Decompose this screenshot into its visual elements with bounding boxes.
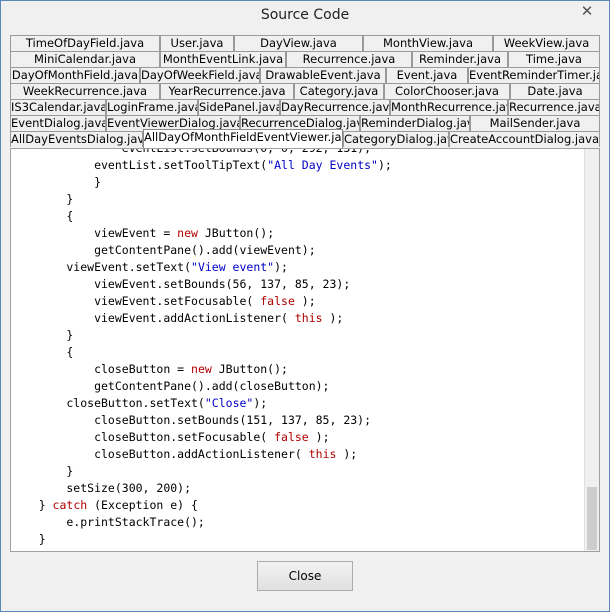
tab-file[interactable]: MonthView.java xyxy=(363,35,493,51)
tab-file[interactable]: ReminderDialog.java xyxy=(360,115,470,131)
tab-file[interactable]: WeekRecurrence.java xyxy=(10,83,160,99)
tab-file[interactable]: Recurrence.java xyxy=(286,51,412,67)
tab-row: IS3Calendar.java LoginFrame.java SidePanel… xyxy=(10,99,600,115)
code-editor[interactable]: eventList.setBounds(0, 0, 292, 131); eve… xyxy=(10,148,600,552)
button-bar: Close xyxy=(1,553,609,611)
code-line: } xyxy=(11,532,46,546)
file-tabs: TimeOfDayField.java User.java DayView.java… xyxy=(10,34,600,148)
tab-file[interactable]: MiniCalendar.java xyxy=(10,51,160,67)
code-line: getContentPane().add(closeButton); xyxy=(11,379,330,393)
title-bar: Source Code ✕ xyxy=(1,1,609,32)
tab-file[interactable]: LoginFrame.java xyxy=(106,99,198,115)
code-line: e.printStackTrace(); xyxy=(11,515,205,529)
code-line: closeButton.addActionListener( this ); xyxy=(11,447,358,461)
tab-file[interactable]: WeekView.java xyxy=(493,35,600,51)
code-line: eventList.setToolTipText("All Day Events… xyxy=(11,158,392,172)
code-line: } xyxy=(11,192,74,206)
tab-file[interactable]: DayOfWeekField.java xyxy=(140,67,260,83)
tab-file[interactable]: AllDayOfMonthFieldEventViewer.java xyxy=(143,129,343,148)
tab-file[interactable]: DayView.java xyxy=(234,35,363,51)
code-line: viewEvent.addActionListener( this ); xyxy=(11,311,344,325)
tab-file[interactable]: SidePanel.java xyxy=(198,99,280,115)
code-line: } xyxy=(11,464,74,478)
tab-file[interactable]: Category.java xyxy=(294,83,384,99)
code-line: } xyxy=(11,175,102,189)
vertical-scrollbar[interactable] xyxy=(584,149,599,551)
code-line: eventList.setBounds(0, 0, 292, 131); xyxy=(11,149,371,157)
code-line: } catch (Exception e) { xyxy=(11,498,198,512)
tab-row: WeekRecurrence.java YearRecurrence.java Ca… xyxy=(10,83,600,99)
tab-file[interactable]: MonthRecurrence.java xyxy=(390,99,508,115)
tab-file[interactable]: CreateAccountDialog.java xyxy=(449,131,600,147)
code-line: } xyxy=(11,328,74,342)
window-title: Source Code xyxy=(260,7,350,23)
tab-file[interactable]: YearRecurrence.java xyxy=(160,83,294,99)
tab-row: TimeOfDayField.java User.java DayView.java… xyxy=(10,35,600,51)
tab-file[interactable]: DayOfMonthField.java xyxy=(10,67,140,83)
tab-file[interactable]: MonthEventLink.java xyxy=(160,51,286,67)
tab-file[interactable]: EventDialog.java xyxy=(10,115,106,131)
tab-file[interactable]: EventReminderTimer.java xyxy=(468,67,600,83)
code-line: closeButton.setText("Close"); xyxy=(11,396,268,410)
tab-file[interactable]: Time.java xyxy=(508,51,600,67)
close-button[interactable]: Close xyxy=(257,561,353,591)
code-line: closeButton.setBounds(151, 137, 85, 23); xyxy=(11,413,372,427)
code-line: viewEvent = new JButton(); xyxy=(11,226,275,240)
tab-row: DayOfMonthField.java DayOfWeekField.java D… xyxy=(10,67,600,83)
close-icon[interactable]: ✕ xyxy=(573,2,601,20)
source-code-window: Source Code ✕ TimeOfDayField.java User.ja… xyxy=(0,0,610,612)
code-line: viewEvent.setBounds(56, 137, 85, 23); xyxy=(11,277,351,291)
tab-file[interactable]: User.java xyxy=(160,35,234,51)
tab-file[interactable]: Recurrence.java xyxy=(508,99,600,115)
tab-file[interactable]: ColorChooser.java xyxy=(384,83,510,99)
tab-file[interactable]: Reminder.java xyxy=(412,51,508,67)
tab-file[interactable]: DayRecurrence.java xyxy=(280,99,390,115)
tab-file[interactable]: CategoryDialog.java xyxy=(343,131,449,147)
code-line: setSize(300, 200); xyxy=(11,481,192,495)
tab-file[interactable]: Date.java xyxy=(510,83,600,99)
scrollbar-thumb[interactable] xyxy=(587,487,597,550)
code-line: { xyxy=(11,345,74,359)
code-line: closeButton = new JButton(); xyxy=(11,362,288,376)
tab-row: MiniCalendar.java MonthEventLink.java Recu… xyxy=(10,51,600,67)
code-area[interactable]: eventList.setBounds(0, 0, 292, 131); eve… xyxy=(11,149,586,551)
tab-file[interactable]: TimeOfDayField.java xyxy=(10,35,160,51)
tab-file[interactable]: DrawableEvent.java xyxy=(260,67,386,83)
tab-row: AllDayEventsDialog.java AllDayOfMonthFiel… xyxy=(10,129,600,148)
tab-file[interactable]: Event.java xyxy=(386,67,468,83)
code-line: { xyxy=(11,209,74,223)
tab-file[interactable]: AllDayEventsDialog.java xyxy=(10,131,143,147)
code-line: getContentPane().add(viewEvent); xyxy=(11,243,316,257)
code-line: viewEvent.setFocusable( false ); xyxy=(11,294,316,308)
tab-file[interactable]: IS3Calendar.java xyxy=(10,99,106,115)
code-line: closeButton.setFocusable( false ); xyxy=(11,430,330,444)
tab-file[interactable]: MailSender.java xyxy=(470,115,600,131)
code-line: viewEvent.setText("View event"); xyxy=(11,260,288,274)
